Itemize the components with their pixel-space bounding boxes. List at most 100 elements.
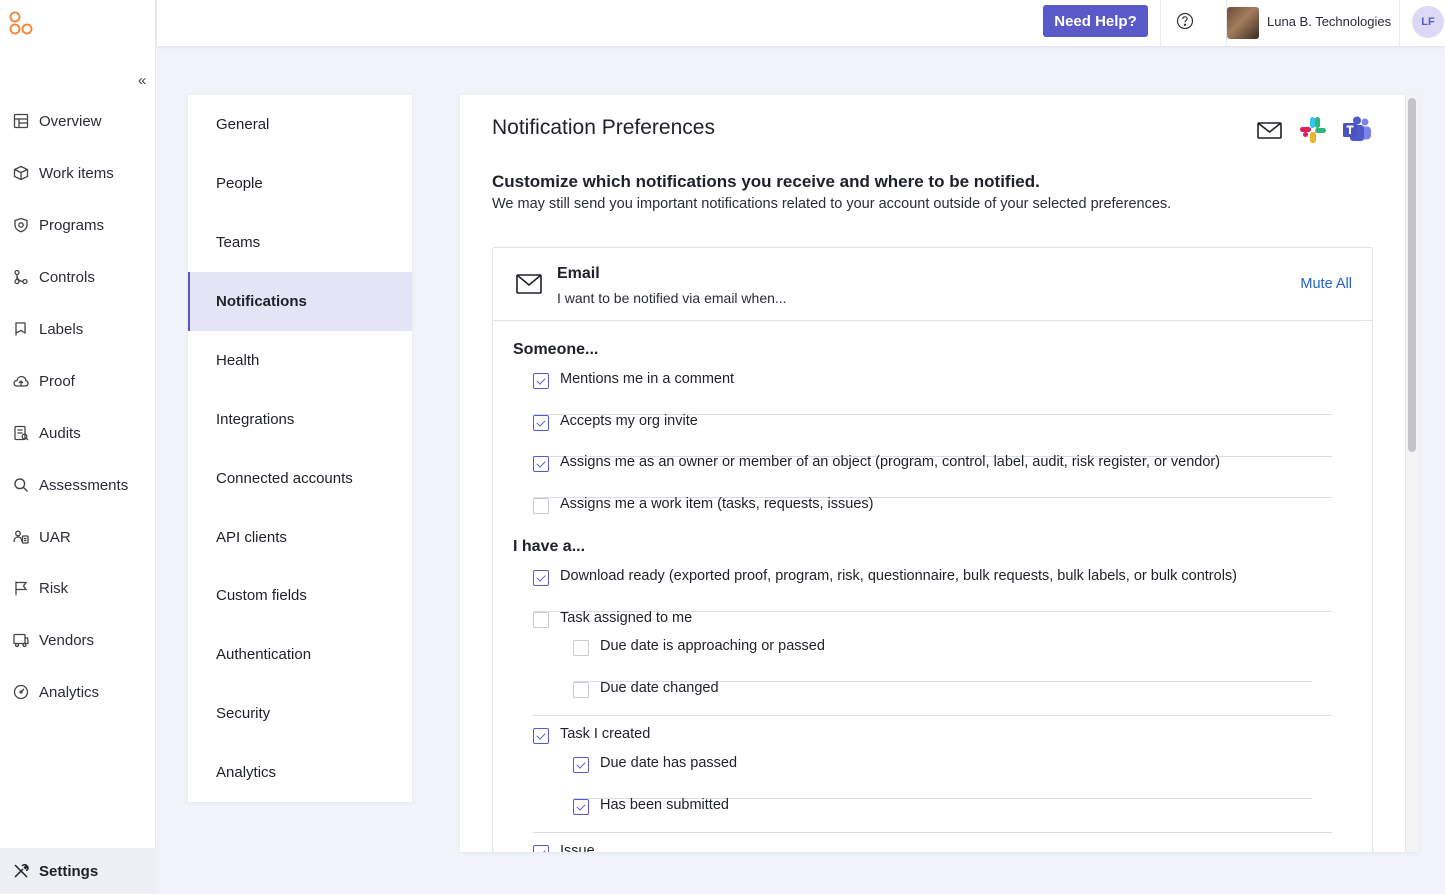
nav-label: Proof [39, 372, 75, 390]
scrollbar-thumb[interactable] [1408, 98, 1416, 452]
option-due-date-approaching[interactable]: Due date is approaching or passed [573, 638, 1312, 682]
email-preferences-card: Email I want to be notified via email wh… [492, 247, 1373, 852]
notification-preferences-panel: Notification Preferences Customize which… [460, 95, 1419, 852]
checkbox-checked[interactable] [573, 757, 589, 773]
users-icon [12, 528, 30, 546]
checkbox-unchecked[interactable] [573, 682, 589, 698]
option-label: Assigns me a work item (tasks, requests,… [560, 496, 874, 512]
checkbox-checked[interactable] [533, 415, 549, 431]
cloud-icon [12, 372, 30, 390]
page-title: Notification Preferences [492, 116, 715, 139]
nav-label: Risk [39, 579, 69, 597]
nav-label: Overview [39, 112, 102, 130]
option-task-i-created[interactable]: Task I created [533, 726, 1332, 756]
checkbox-checked[interactable] [573, 799, 589, 815]
option-label: Due date changed [600, 680, 719, 696]
option-accepts-invite[interactable]: Accepts my org invite [533, 413, 1332, 457]
nav-label: UAR [39, 528, 71, 546]
email-card-description: I want to be notified via email when... [557, 290, 787, 306]
option-label: Due date is approaching or passed [600, 638, 825, 654]
nav-item-labels[interactable]: Labels [0, 309, 156, 349]
app-logo[interactable] [8, 10, 34, 36]
org-avatar[interactable] [1227, 7, 1259, 39]
option-due-date-passed[interactable]: Due date has passed [573, 755, 1312, 799]
nav-label: Assessments [39, 476, 129, 494]
tools-icon [12, 862, 30, 880]
nav-item-risk[interactable]: Risk [0, 568, 156, 608]
layout-icon [12, 112, 30, 130]
settings-item-api-clients[interactable]: API clients [188, 508, 412, 567]
option-label: Download ready (exported proof, program,… [560, 568, 1238, 584]
nav-item-overview[interactable]: Overview [0, 101, 156, 141]
option-has-been-submitted[interactable]: Has been submitted [573, 797, 1312, 833]
settings-item-analytics[interactable]: Analytics [188, 743, 412, 802]
settings-item-integrations[interactable]: Integrations [188, 390, 412, 449]
shield-icon [12, 216, 30, 234]
nav-label: Work items [39, 164, 114, 182]
email-icon[interactable] [1255, 115, 1285, 145]
teams-icon[interactable] [1342, 115, 1372, 145]
option-mentions-me[interactable]: Mentions me in a comment [533, 371, 1332, 415]
nav-label: Settings [39, 862, 99, 880]
nav-item-controls[interactable]: Controls [0, 257, 156, 297]
user-avatar[interactable]: LF [1412, 6, 1444, 38]
checkbox-unchecked[interactable] [533, 612, 549, 628]
group-label-someone: Someone... [513, 341, 599, 358]
option-label: Task I created [560, 726, 651, 742]
nav-item-settings[interactable]: Settings [0, 848, 156, 894]
option-assigns-work-item[interactable]: Assigns me a work item (tasks, requests,… [533, 496, 1332, 540]
option-assigns-owner[interactable]: Assigns me as an owner or member of an o… [533, 454, 1332, 498]
divider [1160, 0, 1161, 46]
option-label: Due date has passed [600, 755, 738, 771]
email-card-header: Email I want to be notified via email wh… [493, 248, 1372, 321]
checkbox-checked[interactable] [533, 456, 549, 472]
nav-item-audits[interactable]: Audits [0, 413, 156, 453]
option-label: Mentions me in a comment [560, 371, 735, 387]
checkbox-unchecked[interactable] [533, 498, 549, 514]
nav-item-work-items[interactable]: Work items [0, 153, 156, 193]
mute-all-link[interactable]: Mute All [1300, 276, 1352, 292]
slack-icon[interactable] [1298, 115, 1328, 145]
settings-item-connected-accounts[interactable]: Connected accounts [188, 449, 412, 508]
settings-item-people[interactable]: People [188, 154, 412, 213]
nav-item-vendors[interactable]: Vendors [0, 620, 156, 660]
option-label: Task assigned to me [560, 610, 693, 626]
gauge-icon [12, 683, 30, 701]
need-help-button[interactable]: Need Help? [1043, 5, 1148, 37]
help-question-icon[interactable] [1176, 12, 1194, 30]
nav-item-assessments[interactable]: Assessments [0, 465, 156, 505]
checkbox-checked[interactable] [533, 845, 549, 852]
option-task-assigned[interactable]: Task assigned to me [533, 610, 1332, 640]
checkbox-unchecked[interactable] [573, 640, 589, 656]
top-header: Need Help? Luna B. Technologies LF [157, 0, 1445, 46]
settings-item-health[interactable]: Health [188, 331, 412, 390]
option-label: Has been submitted [600, 797, 729, 813]
nav-item-proof[interactable]: Proof [0, 361, 156, 401]
settings-item-teams[interactable]: Teams [188, 213, 412, 272]
option-due-date-changed[interactable]: Due date changed [573, 680, 1312, 716]
settings-item-custom-fields[interactable]: Custom fields [188, 566, 412, 625]
org-name[interactable]: Luna B. Technologies [1267, 14, 1391, 29]
checkbox-checked[interactable] [533, 728, 549, 744]
option-label: Assigns me as an owner or member of an o… [560, 454, 1221, 470]
risk-flag-icon [12, 579, 30, 597]
option-label: Issue [560, 843, 595, 852]
nav-item-analytics[interactable]: Analytics [0, 672, 156, 712]
nav-item-uar[interactable]: UAR [0, 517, 156, 557]
nav-item-programs[interactable]: Programs [0, 205, 156, 245]
settings-item-authentication[interactable]: Authentication [188, 625, 412, 684]
box-icon [12, 164, 30, 182]
option-download-ready[interactable]: Download ready (exported proof, program,… [533, 568, 1332, 612]
section-heading: Customize which notifications you receiv… [492, 172, 1040, 191]
settings-item-general[interactable]: General [188, 95, 412, 154]
checkbox-checked[interactable] [533, 570, 549, 586]
nav-label: Vendors [39, 631, 95, 649]
option-issue[interactable]: Issue [533, 843, 1332, 852]
settings-item-notifications[interactable]: Notifications [188, 272, 412, 331]
divider [1399, 0, 1400, 46]
checkbox-checked[interactable] [533, 373, 549, 389]
nav-label: Labels [39, 320, 84, 338]
nav-label: Analytics [39, 683, 100, 701]
collapse-nav-button[interactable]: « [138, 72, 146, 89]
settings-item-security[interactable]: Security [188, 684, 412, 743]
